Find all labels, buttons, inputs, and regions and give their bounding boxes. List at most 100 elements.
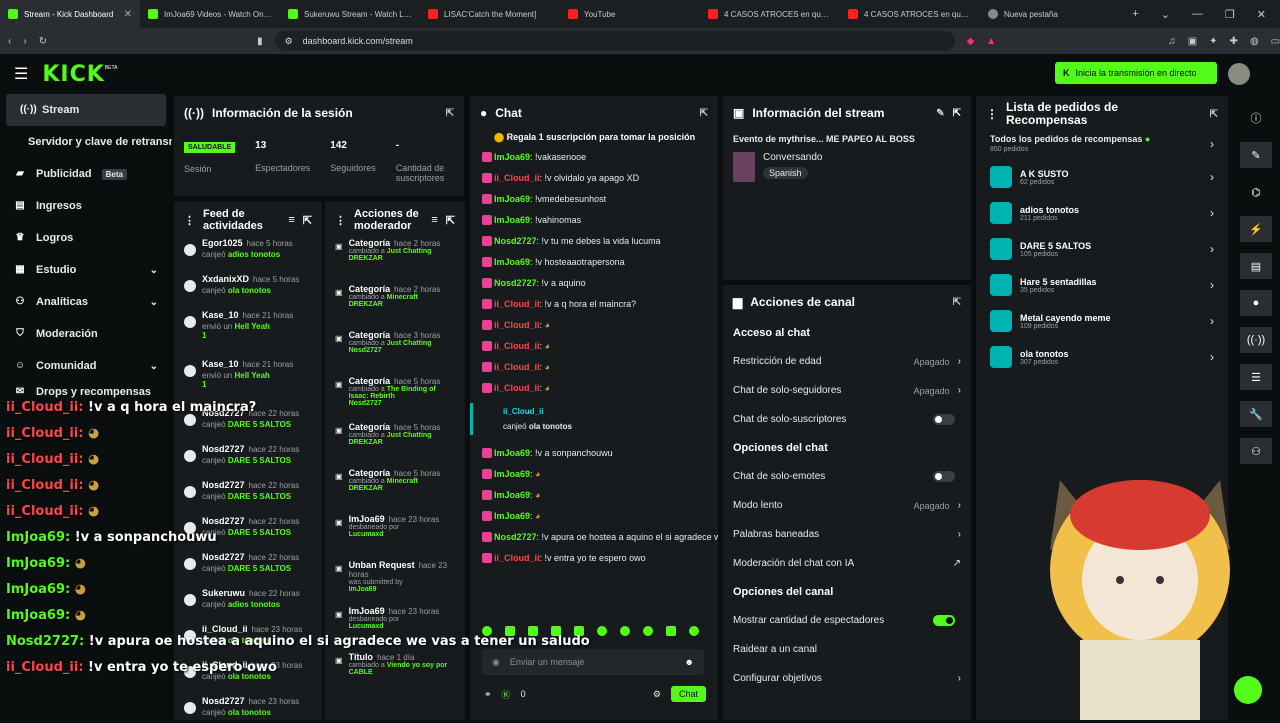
- new-tab-icon[interactable]: +: [1132, 8, 1138, 21]
- layers-icon[interactable]: ☰: [1240, 364, 1272, 390]
- sidebar-item-analytics[interactable]: ⚇ Analíticas ⌄: [0, 286, 172, 318]
- forward-icon[interactable]: ›: [23, 36, 26, 47]
- media-icon[interactable]: ♫: [1168, 36, 1176, 47]
- url-field[interactable]: ⚙ dashboard.kick.com/stream: [274, 31, 955, 51]
- chat-username[interactable]: ImJoa69: [494, 511, 530, 521]
- all-rewards-row[interactable]: Todos los pedidos de recompensas ● 850 pe…: [976, 132, 1228, 159]
- pinned-gift-banner[interactable]: ⬤ Regala 1 suscripción para tomar la pos…: [470, 130, 718, 147]
- close-window-icon[interactable]: ✕: [1257, 8, 1266, 21]
- close-tab-icon[interactable]: ✕: [124, 9, 132, 20]
- chat-username[interactable]: ImJoa69: [494, 215, 530, 225]
- chat-input[interactable]: ◉ Enviar un mensaje ☻: [482, 649, 704, 675]
- popout-icon[interactable]: ⇱: [953, 297, 961, 308]
- chat-username[interactable]: Nosd2727: [494, 532, 537, 542]
- edit-icon[interactable]: ✎: [1240, 142, 1272, 168]
- slow-mode-row[interactable]: Modo lento Apagado ›: [723, 491, 971, 520]
- reload-icon[interactable]: ↻: [39, 36, 47, 47]
- maximize-icon[interactable]: ❐: [1225, 8, 1235, 21]
- popout-icon[interactable]: ⇱: [700, 108, 708, 119]
- raid-row[interactable]: Raidear a un canal: [723, 635, 971, 664]
- filter-icon[interactable]: ≡: [431, 214, 437, 226]
- camera-icon[interactable]: ⌬: [1240, 179, 1272, 205]
- browser-tab[interactable]: 4 CASOS ATROCES en que EL T: [840, 0, 980, 28]
- lightning-icon[interactable]: ⚡: [1240, 216, 1272, 242]
- feed-user[interactable]: Egor1025: [202, 238, 243, 248]
- mod-tools-icon[interactable]: ⚇: [1240, 438, 1272, 464]
- chat-username[interactable]: ii_Cloud_ii: [494, 341, 540, 351]
- sidebar-item-moderation[interactable]: ⛉ Moderación: [0, 318, 172, 350]
- wallet-icon[interactable]: ▭: [1271, 36, 1280, 47]
- drag-handle-icon[interactable]: ⋮: [184, 214, 195, 227]
- ai-moderation-row[interactable]: Moderación del chat con IA ↗: [723, 549, 971, 578]
- emote-icon[interactable]: [689, 626, 699, 636]
- chat-username[interactable]: ii_Cloud_ii: [494, 320, 540, 330]
- tab-search-icon[interactable]: ⌄: [1161, 8, 1170, 21]
- notes-icon[interactable]: ▤: [1240, 253, 1272, 279]
- browser-tab[interactable]: Sukeruwu Stream - Watch Live: [280, 0, 420, 28]
- emoji-icon[interactable]: ☻: [685, 657, 694, 667]
- browser-tab[interactable]: ImJoa69 Videos - Watch On-De: [140, 0, 280, 28]
- edit-pencil-icon[interactable]: ✎: [936, 108, 944, 119]
- send-chat-button[interactable]: Chat: [670, 686, 706, 702]
- kick-logo[interactable]: KICK: [42, 62, 104, 87]
- drag-handle-icon[interactable]: ⋮: [986, 107, 998, 121]
- reward-item[interactable]: DARE 5 SALTOS 105 pedidos ›: [976, 231, 1228, 267]
- emote-icon[interactable]: [666, 626, 676, 636]
- mod-action-by[interactable]: DREKZAR: [349, 301, 383, 308]
- redeem-user[interactable]: ii_Cloud_ii: [503, 407, 706, 416]
- bookmark-icon[interactable]: ▮: [257, 36, 263, 47]
- sidebar-item-drops[interactable]: ✉ Drops y recompensas: [0, 382, 172, 402]
- chat-username[interactable]: ii_Cloud_ii: [494, 362, 540, 372]
- chat-username[interactable]: ii_Cloud_ii: [494, 383, 540, 393]
- sidebar-item-community[interactable]: ☺ Comunidad ⌄: [0, 350, 172, 382]
- chat-username[interactable]: Nosd2727: [494, 236, 537, 246]
- goals-row[interactable]: Configurar objetivos ›: [723, 664, 971, 693]
- reward-item[interactable]: ola tonotos 307 pedidos ›: [976, 339, 1228, 375]
- drag-handle-icon[interactable]: ⋮: [335, 214, 346, 227]
- info-icon[interactable]: ⓘ: [1240, 105, 1272, 131]
- chat-username[interactable]: ImJoa69: [494, 194, 530, 204]
- reward-item[interactable]: adios tonotos 211 pedidos ›: [976, 195, 1228, 231]
- feed-user[interactable]: Kase_10: [202, 359, 239, 369]
- popout-icon[interactable]: ⇱: [1210, 109, 1218, 120]
- sidebar-item-achievements[interactable]: ♛ Logros: [0, 222, 172, 254]
- popout-icon[interactable]: ⇱: [953, 108, 961, 119]
- chat-username[interactable]: ii_Cloud_ii: [494, 553, 540, 563]
- filter-icon[interactable]: ≡: [288, 214, 294, 226]
- puzzle-icon[interactable]: ✚: [1230, 36, 1238, 47]
- age-restriction-row[interactable]: Restricción de edad Apagado ›: [723, 347, 971, 376]
- mod-tools-icon[interactable]: ⚭: [484, 689, 492, 700]
- minimize-icon[interactable]: —: [1192, 8, 1203, 21]
- popout-icon[interactable]: ⇱: [446, 108, 454, 119]
- reward-item[interactable]: Hare 5 sentadillas 35 pedidos ›: [976, 267, 1228, 303]
- broadcast-icon[interactable]: ((·)): [1240, 327, 1272, 353]
- vpn-icon[interactable]: ◍: [1250, 36, 1259, 47]
- chat-username[interactable]: ImJoa69: [494, 469, 530, 479]
- go-live-button[interactable]: K Inicia la transmisión en directo: [1055, 62, 1217, 84]
- hamburger-menu-icon[interactable]: ☰: [14, 64, 28, 84]
- chat-username[interactable]: ii_Cloud_ii: [494, 299, 540, 309]
- emote-icon[interactable]: [597, 626, 607, 636]
- reward-item[interactable]: Metal cayendo meme 109 pedidos ›: [976, 303, 1228, 339]
- extension-icon[interactable]: ▲: [986, 36, 996, 47]
- site-info-icon[interactable]: ⚙: [285, 36, 293, 47]
- emote-icon[interactable]: [620, 626, 630, 636]
- show-viewers-toggle[interactable]: [933, 615, 955, 626]
- chat-username[interactable]: ii_Cloud_ii: [494, 173, 540, 183]
- brave-shield-icon[interactable]: ◆: [967, 36, 975, 47]
- browser-tab[interactable]: 4 CASOS ATROCES en que EL T: [700, 0, 840, 28]
- chat-username[interactable]: Nosd2727: [494, 278, 537, 288]
- popout-icon[interactable]: ⇱: [303, 214, 312, 227]
- chat-username[interactable]: ImJoa69: [494, 152, 530, 162]
- sidebar-item-studio[interactable]: ▦ Estudio ⌄: [0, 254, 172, 286]
- sidebar-item-ads[interactable]: ▰ Publicidad Beta: [0, 158, 172, 190]
- sidebar-toggle-icon[interactable]: ▣: [1188, 36, 1197, 47]
- chat-settings-icon[interactable]: ◉: [492, 657, 500, 668]
- back-icon[interactable]: ‹: [8, 36, 11, 47]
- chat-icon[interactable]: ●: [1240, 290, 1272, 316]
- user-avatar[interactable]: [1228, 63, 1250, 85]
- browser-tab[interactable]: YouTube: [560, 0, 700, 28]
- browser-tab[interactable]: LISAC'Catch the Moment]: [420, 0, 560, 28]
- banned-words-row[interactable]: Palabras baneadas ›: [723, 520, 971, 549]
- feed-user[interactable]: Kase_10: [202, 310, 239, 320]
